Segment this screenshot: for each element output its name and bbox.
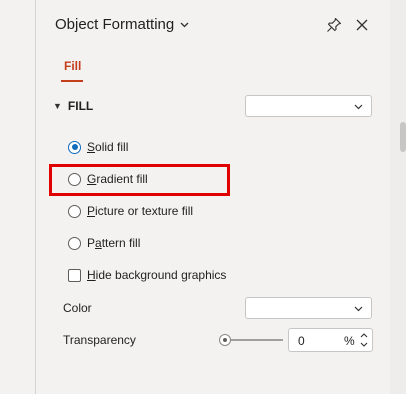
fill-section-title: FILL — [67, 99, 94, 113]
transparency-slider[interactable] — [225, 339, 283, 341]
chevron-down-icon — [354, 306, 363, 312]
spin-arrows-icon[interactable] — [358, 330, 370, 350]
color-dropdown[interactable] — [245, 297, 372, 319]
solid-fill-label: Solid fill — [87, 140, 129, 154]
color-label: Color — [63, 301, 92, 315]
collapse-caret-icon: ▼ — [53, 101, 62, 111]
solid-fill-radio[interactable]: Solid fill — [68, 140, 128, 154]
radio-button[interactable] — [68, 204, 81, 218]
scrollbar-thumb[interactable] — [400, 122, 406, 152]
pattern-fill-label-first: P — [87, 236, 96, 250]
tab-fill[interactable]: Fill — [64, 59, 81, 73]
radio-button[interactable] — [68, 140, 81, 154]
pane-title-menu[interactable]: Object Formatting — [55, 16, 189, 33]
pattern-fill-radio[interactable]: Pattern fill — [68, 236, 140, 250]
pattern-fill-label-rest: ttern fill — [101, 236, 141, 250]
transparency-label: Transparency — [63, 333, 136, 347]
picture-fill-label: Picture or texture fill — [87, 204, 194, 218]
transparency-spinbox[interactable]: 0 % — [288, 328, 373, 352]
hide-background-label: Hide background graphics — [87, 268, 227, 282]
hide-background-checkbox[interactable]: Hide background graphics — [68, 268, 226, 282]
background-left — [0, 0, 34, 394]
transparency-unit: % — [344, 334, 355, 348]
solid-fill-label-rest: olid fill — [95, 140, 129, 154]
fill-preset-dropdown[interactable] — [245, 95, 372, 117]
tab-fill-indicator — [61, 80, 83, 82]
picture-fill-radio[interactable]: Picture or texture fill — [68, 204, 193, 218]
chevron-down-icon — [354, 104, 363, 110]
chevron-down-icon — [180, 20, 189, 31]
highlight-box — [49, 164, 230, 196]
transparency-value[interactable]: 0 — [298, 334, 305, 348]
scrollbar-track[interactable] — [390, 0, 406, 394]
hide-background-label-rest: ide background graphics — [95, 268, 227, 282]
picture-fill-label-rest: icture or texture fill — [95, 204, 194, 218]
pin-icon[interactable] — [326, 17, 342, 33]
radio-button[interactable] — [68, 236, 81, 250]
checkbox[interactable] — [68, 268, 81, 282]
fill-section-toggle[interactable]: ▼ FILL — [53, 99, 93, 113]
close-icon[interactable] — [354, 17, 370, 33]
pattern-fill-label: Pattern fill — [87, 236, 141, 250]
transparency-slider-thumb[interactable] — [219, 334, 231, 346]
pane-title: Object Formatting — [55, 16, 175, 33]
